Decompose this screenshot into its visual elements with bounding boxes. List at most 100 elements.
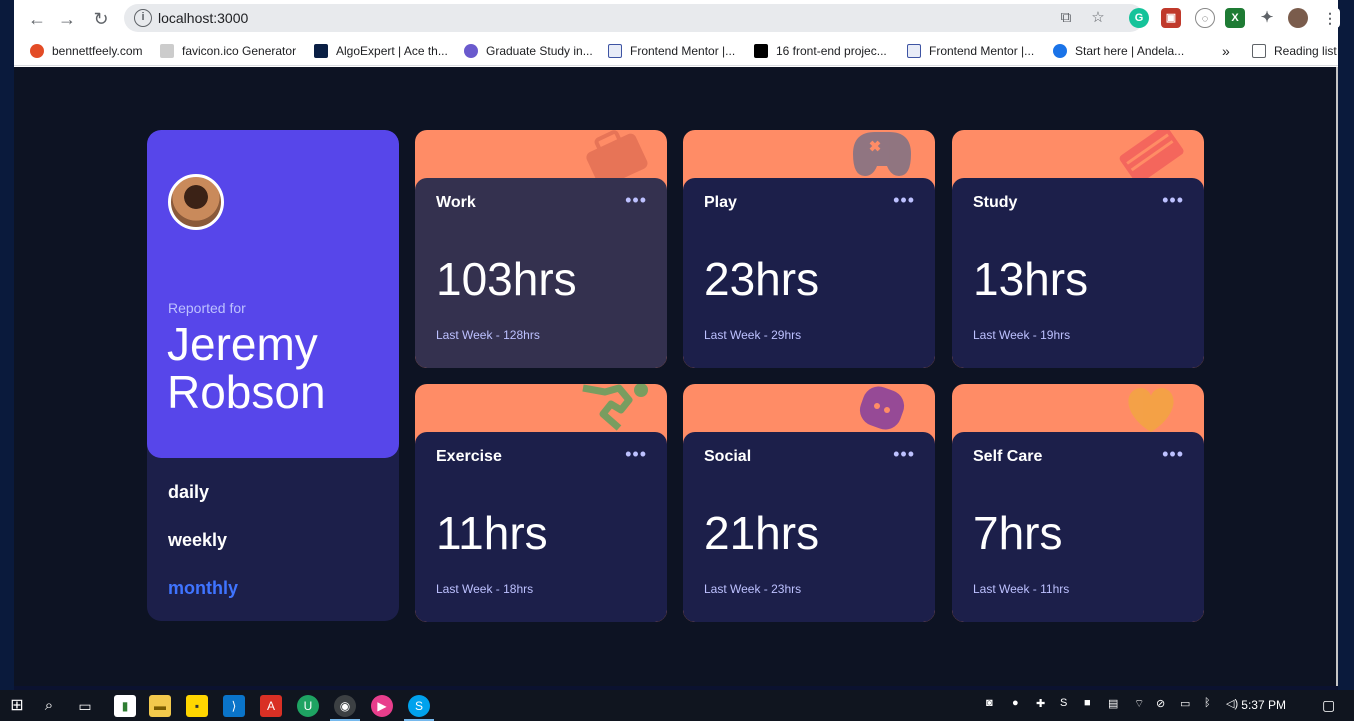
ellipsis-icon[interactable]: ••• (625, 190, 647, 211)
card-title: Work (436, 194, 476, 211)
address-bar[interactable]: i localhost:3000 ⧉ ☆ (124, 4, 1144, 32)
card-body[interactable]: Exercise ••• 11hrs Last Week - 18hrs (415, 432, 667, 622)
ellipsis-icon[interactable]: ••• (1162, 190, 1184, 211)
skype-icon[interactable]: S (408, 695, 430, 717)
current-hours: 21hrs (704, 507, 820, 559)
battery-icon[interactable]: ▭ (1180, 697, 1190, 710)
bookmark-item[interactable]: Start here | Andela... (1053, 42, 1184, 60)
back-icon[interactable]: ← (26, 8, 48, 30)
reload-icon[interactable]: ↻ (90, 8, 112, 30)
bookmark-item[interactable]: Frontend Mentor |... (608, 42, 735, 60)
record-tray-icon[interactable]: ● (1012, 697, 1019, 709)
pdf-reader-icon[interactable]: A (260, 695, 282, 717)
ellipsis-icon[interactable]: ••• (893, 444, 915, 465)
profile-header: Reported for Jeremy Robson (147, 130, 399, 458)
notifications-icon[interactable]: ▢ (1322, 697, 1335, 714)
browser-menu-icon[interactable]: ⋮ (1320, 8, 1340, 28)
extension-x-icon[interactable]: X (1225, 8, 1245, 28)
card-body[interactable]: Work ••• 103hrs Last Week - 128hrs (415, 178, 667, 368)
start-menu-icon[interactable]: ⊞ (6, 695, 28, 717)
chrome-icon[interactable]: ◉ (334, 695, 356, 717)
taskbar-clock[interactable]: 5:37 PM (1241, 698, 1286, 712)
keyboard-tray-icon[interactable]: ▤ (1108, 697, 1118, 710)
current-hours: 7hrs (973, 507, 1063, 559)
last-week-hours: Last Week - 19hrs (973, 328, 1071, 342)
sticky-notes-icon[interactable]: ▪ (186, 695, 208, 717)
period-monthly[interactable]: monthly (168, 578, 238, 599)
runner-icon (582, 384, 648, 431)
card-exercise: Exercise ••• 11hrs Last Week - 18hrs (415, 384, 667, 622)
bookmark-favicon (1053, 44, 1067, 58)
card-study: Study ••• 13hrs Last Week - 19hrs (952, 130, 1204, 368)
current-hours: 11hrs (436, 507, 548, 559)
ellipsis-icon[interactable]: ••• (1162, 444, 1184, 465)
app-tray-icon[interactable]: ✚ (1036, 697, 1045, 710)
last-week-hours: Last Week - 18hrs (436, 582, 534, 596)
ellipsis-icon[interactable]: ••• (893, 190, 915, 211)
task-view-icon[interactable]: ▭ (74, 695, 96, 717)
gamepad-icon (853, 132, 911, 176)
bookmark-item[interactable]: 16 front-end projec... (754, 42, 887, 60)
scrollbar[interactable] (1336, 67, 1338, 686)
card-title: Play (704, 194, 737, 211)
wifi-icon[interactable]: ⌔ (1134, 697, 1144, 711)
card-body[interactable]: Social ••• 21hrs Last Week - 23hrs (683, 432, 935, 622)
windows-taskbar: ⊞ ⌕ ▭ ▮ ▬ ▪ ⟩ A U ◉ ▶ S ◙ ● ✚ S ■ ▤ ⌔ ⊘ … (0, 690, 1354, 721)
grammarly-extension-icon[interactable]: G (1129, 8, 1149, 28)
bookmark-favicon (464, 44, 478, 58)
reading-list-button[interactable]: Reading list (1252, 42, 1337, 60)
desktop-right-edge (1338, 0, 1354, 690)
camera-tray-icon[interactable]: ◙ (986, 697, 993, 709)
last-week-hours: Last Week - 29hrs (704, 328, 802, 342)
media-player-icon[interactable]: ▶ (371, 695, 393, 717)
browser-toolbar: ← → ↻ i localhost:3000 ⧉ ☆ G ▣ ◌ X ✦ ⋮ (14, 0, 1340, 36)
card-title: Study (973, 194, 1018, 211)
card-body[interactable]: Play ••• 23hrs Last Week - 29hrs (683, 178, 935, 368)
period-weekly[interactable]: weekly (168, 530, 227, 551)
more-bookmarks-button[interactable]: » (1222, 42, 1230, 60)
profile-card: Reported for Jeremy Robson daily weekly … (147, 130, 399, 621)
avatar (168, 174, 224, 230)
card-social: Social ••• 21hrs Last Week - 23hrs (683, 384, 935, 622)
extension-circle-icon[interactable]: ◌ (1195, 8, 1215, 28)
vscode-icon[interactable]: ⟩ (223, 695, 245, 717)
bookmark-favicon (907, 44, 921, 58)
card-body[interactable]: Study ••• 13hrs Last Week - 19hrs (952, 178, 1204, 368)
current-hours: 13hrs (973, 253, 1089, 305)
bookmark-star-icon[interactable]: ☆ (1088, 8, 1108, 28)
notes-app-icon[interactable]: ▮ (114, 695, 136, 717)
upwork-icon[interactable]: U (297, 695, 319, 717)
open-in-app-icon[interactable]: ⧉ (1056, 8, 1076, 28)
reported-for-label: Reported for (168, 300, 246, 316)
bookmark-item[interactable]: Graduate Study in... (464, 42, 593, 60)
search-icon[interactable]: ⌕ (38, 695, 60, 717)
card-body[interactable]: Self Care ••• 7hrs Last Week - 11hrs (952, 432, 1204, 622)
network-icon[interactable]: ⊘ (1156, 697, 1165, 710)
bluetooth-icon[interactable]: ᛒ (1204, 697, 1211, 709)
card-title: Self Care (973, 448, 1043, 465)
forward-icon[interactable]: → (56, 8, 78, 30)
url-text[interactable]: localhost:3000 (158, 10, 248, 26)
extensions-puzzle-icon[interactable]: ✦ (1257, 8, 1277, 28)
bookmark-item[interactable]: AlgoExpert | Ace th... (314, 42, 448, 60)
card-play: Play ••• 23hrs Last Week - 29hrs (683, 130, 935, 368)
site-info-icon[interactable]: i (134, 9, 152, 27)
skype-tray-icon[interactable]: S (1060, 697, 1067, 709)
bookmark-item[interactable]: Frontend Mentor |... (907, 42, 1034, 60)
heart-icon (1128, 388, 1174, 432)
bookmark-favicon (314, 44, 328, 58)
file-explorer-icon[interactable]: ▬ (149, 695, 171, 717)
chat-icon (859, 386, 905, 430)
period-daily[interactable]: daily (168, 482, 209, 503)
current-hours: 23hrs (704, 253, 820, 305)
volume-icon[interactable]: ◁) (1226, 697, 1238, 710)
ellipsis-icon[interactable]: ••• (625, 444, 647, 465)
bookmark-item[interactable]: favicon.ico Generator (160, 42, 296, 60)
profile-avatar-icon[interactable] (1288, 8, 1308, 28)
bookmark-item[interactable]: bennettfeely.com (30, 42, 143, 60)
extension-red-icon[interactable]: ▣ (1161, 8, 1181, 28)
video-tray-icon[interactable]: ■ (1084, 697, 1091, 709)
user-name: Jeremy Robson (167, 318, 326, 418)
book-icon (1119, 130, 1184, 184)
last-week-hours: Last Week - 11hrs (973, 582, 1070, 596)
